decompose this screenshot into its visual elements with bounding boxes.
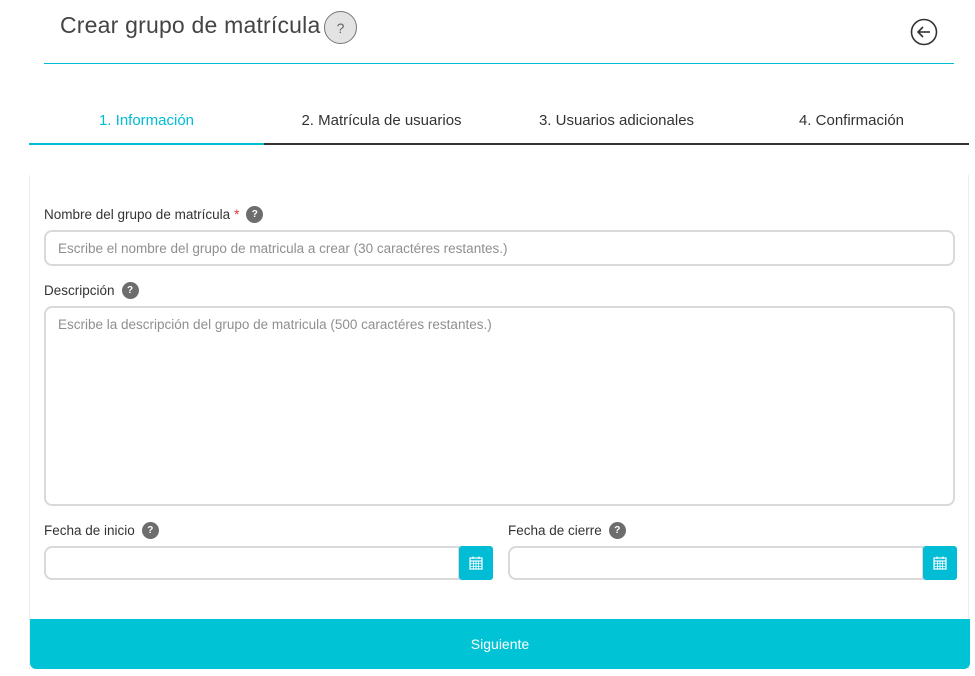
calendar-icon <box>933 556 947 570</box>
back-arrow-icon <box>910 18 938 46</box>
start-date-input[interactable] <box>44 546 460 580</box>
calendar-icon <box>469 556 483 570</box>
end-date-input[interactable] <box>508 546 924 580</box>
back-button[interactable] <box>910 18 938 46</box>
name-label-text: Nombre del grupo de matrícula <box>44 207 231 222</box>
end-date-label-text: Fecha de cierre <box>508 523 602 538</box>
help-icon: ? <box>336 19 345 36</box>
description-help-icon[interactable]: ? <box>121 282 139 299</box>
name-input[interactable] <box>44 230 955 266</box>
description-label-text: Descripción <box>44 283 115 298</box>
end-date-field-label: Fecha de cierre ? <box>508 522 626 539</box>
start-date-calendar-button[interactable] <box>459 546 493 580</box>
end-date-calendar-button[interactable] <box>923 546 957 580</box>
start-date-help-icon[interactable]: ? <box>141 522 159 539</box>
tab-confirmacion[interactable]: 4. Confirmación <box>734 100 969 145</box>
tab-informacion[interactable]: 1. Información <box>29 100 264 145</box>
end-date-help-icon[interactable]: ? <box>608 522 626 539</box>
description-field-label: Descripción ? <box>44 282 139 299</box>
tab-usuarios-adicionales[interactable]: 3. Usuarios adicionales <box>499 100 734 145</box>
tab-matricula-usuarios[interactable]: 2. Matrícula de usuarios <box>264 100 499 145</box>
required-mark: * <box>234 207 240 222</box>
name-help-icon[interactable]: ? <box>246 206 264 223</box>
name-field-label: Nombre del grupo de matrícula * ? <box>44 206 264 223</box>
start-date-field-label: Fecha de inicio ? <box>44 522 159 539</box>
next-button[interactable]: Siguiente <box>30 619 970 669</box>
start-date-label-text: Fecha de inicio <box>44 523 135 538</box>
page-header: Crear grupo de matrícula ? <box>44 0 954 64</box>
title-help-button[interactable]: ? <box>324 11 357 44</box>
description-textarea[interactable] <box>44 306 955 506</box>
wizard-tabs: 1. Información 2. Matrícula de usuarios … <box>29 100 969 145</box>
form-panel: Nombre del grupo de matrícula * ? Descri… <box>29 175 970 669</box>
page-title: Crear grupo de matrícula <box>60 12 321 38</box>
